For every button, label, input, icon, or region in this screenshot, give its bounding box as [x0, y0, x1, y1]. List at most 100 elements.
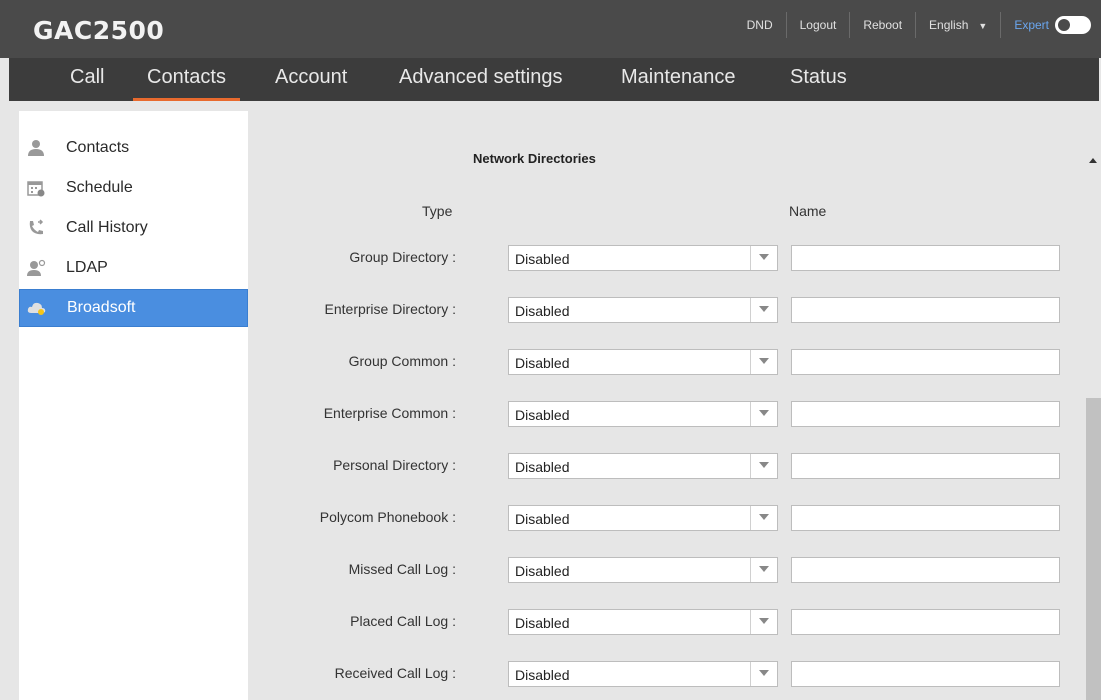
select-value: Disabled — [515, 303, 570, 319]
select-value: Disabled — [515, 667, 570, 683]
enterprise-common-select[interactable]: Disabled — [508, 401, 778, 427]
tab-contacts[interactable]: Contacts — [133, 58, 240, 101]
divider — [750, 506, 751, 530]
divider — [750, 662, 751, 686]
select-value: Disabled — [515, 563, 570, 579]
top-bar: GAC2500 DND Logout Reboot English ▼ Exper… — [0, 0, 1101, 58]
calendar-icon — [25, 178, 47, 198]
divider — [750, 610, 751, 634]
sidebar-item-ldap[interactable]: LDAP — [19, 249, 248, 287]
directory-row: Enterprise Directory : Disabled — [248, 297, 1086, 323]
enterprise-common-name-input[interactable] — [791, 401, 1060, 427]
sidebar-item-call-history[interactable]: Call History — [19, 209, 248, 247]
group-directory-select[interactable]: Disabled — [508, 245, 778, 271]
select-value: Disabled — [515, 615, 570, 631]
ldap-user-icon — [25, 258, 47, 278]
person-icon — [25, 138, 47, 158]
content-scrollbar[interactable] — [1086, 111, 1101, 700]
sidebar-item-label: LDAP — [66, 259, 108, 276]
sidebar-item-label: Contacts — [66, 139, 130, 156]
tab-account[interactable]: Account — [275, 58, 347, 101]
app-logo: GAC2500 — [33, 16, 165, 45]
column-header-type: Type — [422, 203, 453, 219]
enterprise-directory-select[interactable]: Disabled — [508, 297, 778, 323]
logout-link[interactable]: Logout — [787, 12, 850, 38]
personal-directory-name-input[interactable] — [791, 453, 1060, 479]
directory-row: Polycom Phonebook : Disabled — [248, 505, 1086, 531]
placed-call-log-select[interactable]: Disabled — [508, 609, 778, 635]
expert-toggle[interactable] — [1055, 16, 1091, 34]
chevron-down-icon — [759, 358, 769, 364]
sidebar-item-schedule[interactable]: Schedule — [19, 169, 248, 207]
phone-history-icon — [25, 218, 47, 238]
row-label: Group Common : — [348, 353, 456, 369]
divider — [750, 454, 751, 478]
placed-call-log-name-input[interactable] — [791, 609, 1060, 635]
divider — [750, 350, 751, 374]
select-value: Disabled — [515, 251, 570, 267]
top-links: DND Logout Reboot English ▼ Expert — [734, 12, 1091, 38]
directory-row: Enterprise Common : Disabled — [248, 401, 1086, 427]
chevron-down-icon — [759, 306, 769, 312]
sidebar-item-contacts[interactable]: Contacts — [19, 129, 248, 167]
tab-call[interactable]: Call — [70, 58, 104, 101]
scroll-up-arrow-icon[interactable] — [1089, 158, 1097, 163]
sidebar-item-broadsoft[interactable]: Broadsoft — [19, 289, 248, 327]
group-common-select[interactable]: Disabled — [508, 349, 778, 375]
row-label: Placed Call Log : — [350, 613, 456, 629]
received-call-log-name-input[interactable] — [791, 661, 1060, 687]
sidebar-item-label: Call History — [66, 219, 148, 236]
select-value: Disabled — [515, 407, 570, 423]
divider — [750, 246, 751, 270]
personal-directory-select[interactable]: Disabled — [508, 453, 778, 479]
polycom-phonebook-select[interactable]: Disabled — [508, 505, 778, 531]
row-label: Received Call Log : — [334, 665, 456, 681]
divider — [750, 298, 751, 322]
chevron-down-icon — [759, 514, 769, 520]
sidebar: Contacts Schedule Call History LDAP Broa… — [19, 111, 248, 700]
chevron-down-icon — [759, 566, 769, 572]
select-value: Disabled — [515, 459, 570, 475]
missed-call-log-select[interactable]: Disabled — [508, 557, 778, 583]
sidebar-item-label: Schedule — [66, 179, 133, 196]
chevron-down-icon — [759, 462, 769, 468]
directory-row: Placed Call Log : Disabled — [248, 609, 1086, 635]
enterprise-directory-name-input[interactable] — [791, 297, 1060, 323]
scrollbar-thumb[interactable] — [1086, 398, 1101, 700]
chevron-down-icon — [759, 410, 769, 416]
directory-row: Received Call Log : Disabled — [248, 661, 1086, 687]
reboot-link[interactable]: Reboot — [850, 12, 915, 38]
divider — [750, 402, 751, 426]
received-call-log-select[interactable]: Disabled — [508, 661, 778, 687]
chevron-down-icon — [759, 254, 769, 260]
tab-status[interactable]: Status — [790, 58, 847, 101]
expert-label: Expert — [1014, 18, 1049, 32]
row-label: Enterprise Common : — [323, 405, 456, 421]
directory-row: Group Common : Disabled — [248, 349, 1086, 375]
network-directories-panel: Network Directories Type Name Group Dire… — [248, 111, 1086, 700]
sidebar-item-label: Broadsoft — [67, 299, 136, 316]
group-directory-name-input[interactable] — [791, 245, 1060, 271]
language-select[interactable]: English ▼ — [916, 12, 1000, 38]
directory-row: Group Directory : Disabled — [248, 245, 1086, 271]
missed-call-log-name-input[interactable] — [791, 557, 1060, 583]
column-header-name: Name — [789, 203, 827, 219]
directory-row: Personal Directory : Disabled — [248, 453, 1086, 479]
row-label: Group Directory : — [349, 249, 456, 265]
polycom-phonebook-name-input[interactable] — [791, 505, 1060, 531]
group-common-name-input[interactable] — [791, 349, 1060, 375]
tab-advanced-settings[interactable]: Advanced settings — [399, 58, 562, 101]
select-value: Disabled — [515, 355, 570, 371]
main-nav: Call Contacts Account Advanced settings … — [9, 58, 1099, 101]
row-label: Personal Directory : — [333, 457, 456, 473]
select-value: Disabled — [515, 511, 570, 527]
chevron-down-icon — [759, 670, 769, 676]
tab-maintenance[interactable]: Maintenance — [621, 58, 736, 101]
cloud-icon — [26, 298, 48, 318]
section-title: Network Directories — [473, 151, 596, 166]
dnd-link[interactable]: DND — [734, 12, 786, 38]
toggle-knob — [1058, 19, 1070, 31]
row-label: Enterprise Directory : — [324, 301, 456, 317]
row-label: Missed Call Log : — [348, 561, 456, 577]
directory-row: Missed Call Log : Disabled — [248, 557, 1086, 583]
